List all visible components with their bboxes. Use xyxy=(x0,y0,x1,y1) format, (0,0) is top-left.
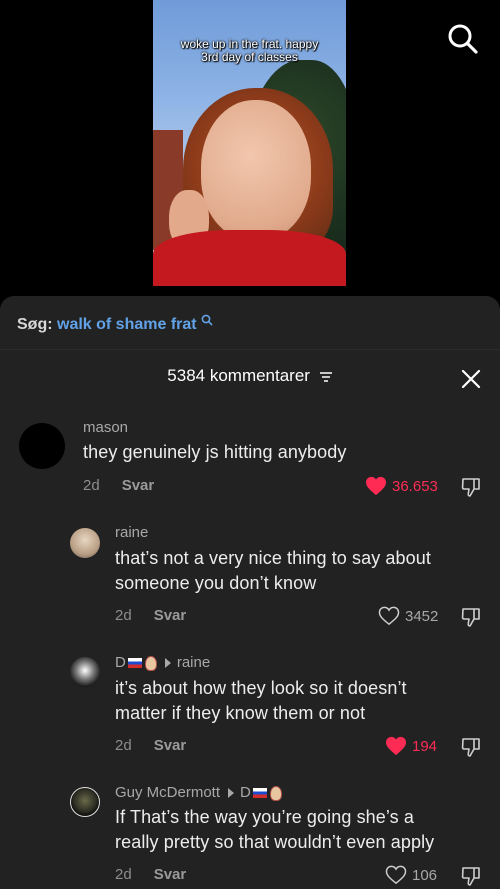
russia-flag-emoji xyxy=(127,658,142,669)
search-icon[interactable] xyxy=(446,22,480,56)
comment-age: 2d xyxy=(115,607,132,624)
reply-arrow-icon xyxy=(228,788,235,799)
comment-author[interactable]: D xyxy=(115,654,126,671)
dislike-icon[interactable] xyxy=(460,476,482,498)
divider xyxy=(0,349,500,350)
heart-filled-icon xyxy=(386,736,406,756)
comment-author-line: Guy McDermott D xyxy=(115,784,282,801)
comment-text: it’s about how they look so it doesn’t m… xyxy=(115,676,407,726)
avatar[interactable] xyxy=(70,657,100,687)
comment-meta: 2d Svar xyxy=(115,607,186,624)
like-button[interactable]: 194 xyxy=(385,736,437,756)
reply-button[interactable]: Svar xyxy=(154,607,187,624)
comment-text-line: really pretty so that wouldn’t even appl… xyxy=(115,832,435,852)
like-count: 36.653 xyxy=(392,477,438,495)
avatar[interactable] xyxy=(70,787,100,817)
like-count: 3452 xyxy=(405,607,439,625)
avatar[interactable] xyxy=(70,528,100,558)
comment-meta: 2d Svar xyxy=(83,477,154,494)
comment-text-line: that’s not a very nice thing to say abou… xyxy=(115,548,431,568)
face xyxy=(201,100,311,240)
caption-line-2: 3rd day of classes xyxy=(201,50,298,64)
comment-age: 2d xyxy=(83,477,100,494)
reply-button[interactable]: Svar xyxy=(122,477,155,494)
like-count: 106 xyxy=(412,866,438,884)
like-button[interactable]: 106 xyxy=(385,865,437,885)
dislike-icon[interactable] xyxy=(460,865,482,887)
like-count: 194 xyxy=(412,737,438,755)
comment-count: 5384 kommentarer xyxy=(167,366,310,385)
comment-text: If That’s the way you’re going she’s a r… xyxy=(115,805,434,855)
comment-text: they genuinely js hitting anybody xyxy=(83,442,347,462)
comment-text-line: someone you don’t know xyxy=(115,573,317,593)
comment-author[interactable]: mason xyxy=(83,419,128,436)
red-shirt xyxy=(153,230,346,286)
dislike-icon[interactable] xyxy=(460,606,482,628)
reply-button[interactable]: Svar xyxy=(154,737,187,754)
nesting-doll-emoji xyxy=(144,655,157,671)
close-icon[interactable] xyxy=(460,368,482,390)
comment-text: that’s not a very nice thing to say abou… xyxy=(115,546,431,596)
comment-age: 2d xyxy=(115,737,132,754)
comments-header: 5384 kommentarer xyxy=(0,366,500,392)
comment-author-line: Draine xyxy=(115,654,210,671)
search-suggestion[interactable]: Søg: walk of shame frat xyxy=(17,314,213,334)
heart-outline-icon xyxy=(385,865,407,885)
filter-icon[interactable] xyxy=(319,371,333,383)
comment-age: 2d xyxy=(115,866,132,883)
video-thumbnail[interactable]: woke up in the frat. happy 3rd day of cl… xyxy=(153,0,346,286)
comment-author[interactable]: raine xyxy=(115,524,148,541)
reply-to-author[interactable]: raine xyxy=(177,654,210,671)
nesting-doll-emoji xyxy=(269,785,282,801)
search-prefix: Søg: xyxy=(17,316,53,333)
comment-text-line: matter if they know them or not xyxy=(115,703,366,723)
search-mini-icon xyxy=(201,314,213,326)
comment-meta: 2d Svar xyxy=(115,737,186,754)
search-query-link[interactable]: walk of shame frat xyxy=(57,316,197,333)
reply-arrow-icon xyxy=(164,658,171,669)
like-button[interactable]: 36.653 xyxy=(365,476,438,496)
reply-to-author[interactable]: D xyxy=(240,784,251,801)
like-button[interactable]: 3452 xyxy=(378,606,438,626)
dislike-icon[interactable] xyxy=(460,736,482,758)
comment-meta: 2d Svar xyxy=(115,866,186,883)
russia-flag-emoji xyxy=(252,788,267,799)
comment-text-line: If That’s the way you’re going she’s a xyxy=(115,807,414,827)
avatar[interactable] xyxy=(19,423,65,469)
reply-button[interactable]: Svar xyxy=(154,866,187,883)
video-caption: woke up in the frat. happy 3rd day of cl… xyxy=(153,38,346,64)
comment-author[interactable]: Guy McDermott xyxy=(115,784,220,801)
video-area: woke up in the frat. happy 3rd day of cl… xyxy=(0,0,500,296)
comment-text-line: it’s about how they look so it doesn’t xyxy=(115,678,407,698)
heart-filled-icon xyxy=(366,476,386,496)
heart-outline-icon xyxy=(378,606,400,626)
